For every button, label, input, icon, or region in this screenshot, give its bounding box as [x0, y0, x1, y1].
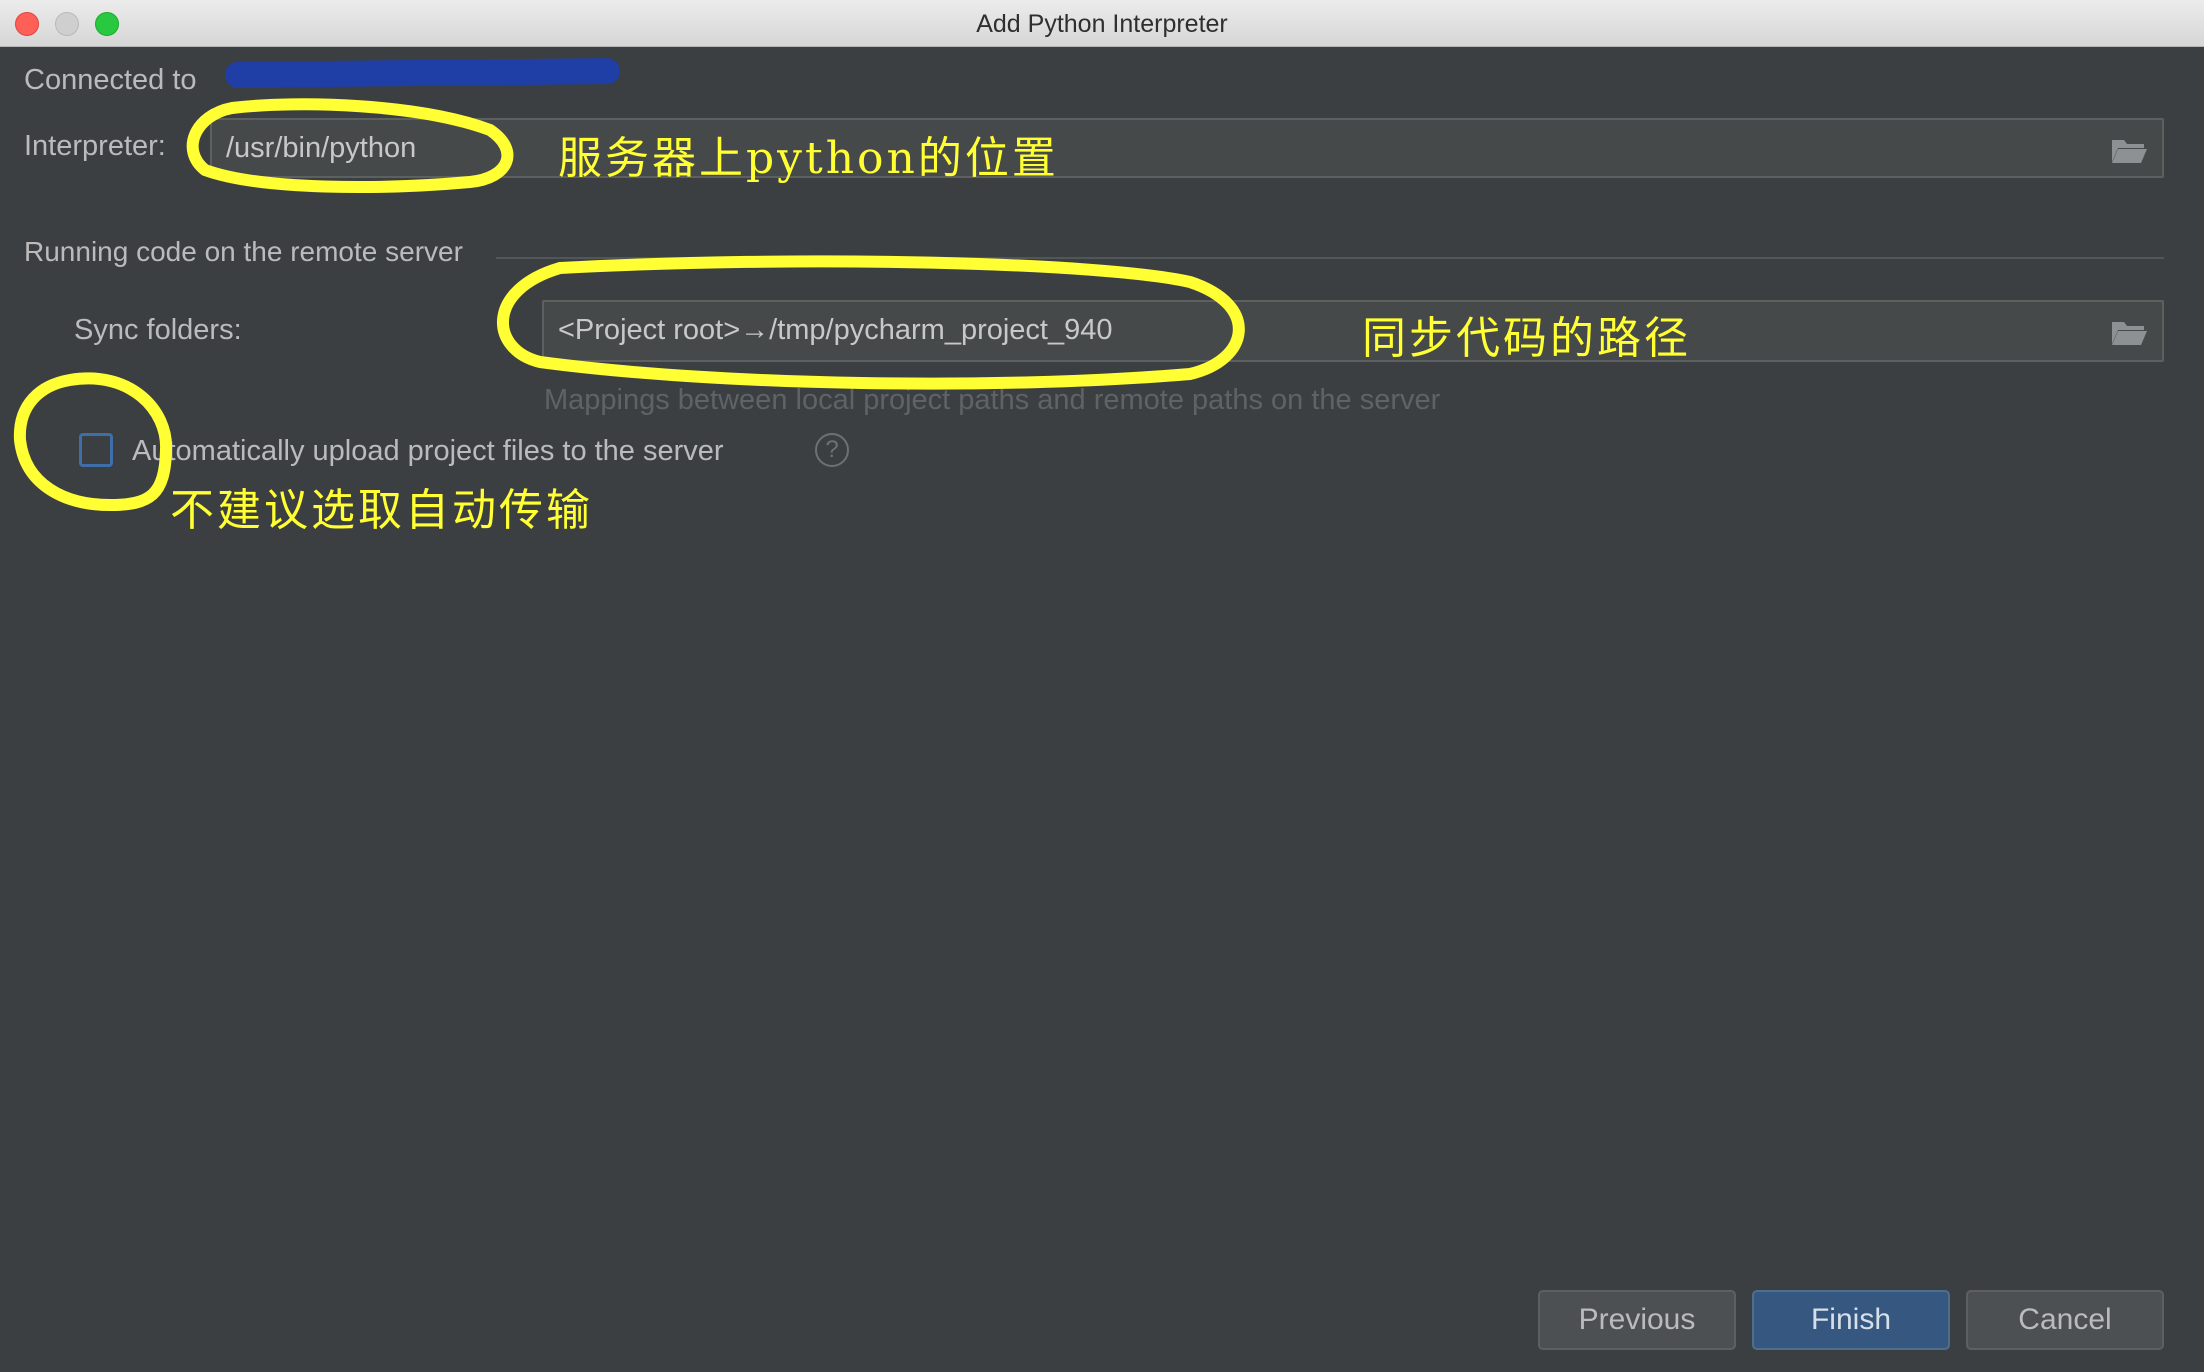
finish-button[interactable]: Finish	[1752, 1290, 1950, 1350]
interpreter-path-value[interactable]: /usr/bin/python	[226, 132, 416, 165]
window-title: Add Python Interpreter	[976, 10, 1228, 38]
section-divider	[496, 257, 2164, 259]
interpreter-label: Interpreter:	[24, 130, 166, 162]
cancel-button[interactable]: Cancel	[1966, 1290, 2164, 1350]
annotation-overlay	[13, 98, 1245, 512]
sync-folders-label: Sync folders:	[74, 314, 242, 346]
auto-upload-annotation-note: 不建议选取自动传输	[170, 485, 593, 536]
redacted-host-scribble	[224, 57, 621, 89]
sync-folders-value[interactable]: <Project root>→/tmp/pycharm_project_940	[558, 314, 1113, 347]
interpreter-path-field[interactable]: /usr/bin/python	[210, 118, 2164, 178]
previous-button[interactable]: Previous	[1538, 1290, 1736, 1350]
section-title: Running code on the remote server	[24, 236, 463, 267]
add-python-interpreter-dialog: Add Python Interpreter Connected to Inte…	[0, 0, 2204, 1372]
folder-icon[interactable]	[2110, 318, 2148, 346]
auto-upload-checkbox[interactable]	[79, 433, 113, 467]
interpreter-annotation-note: 服务器上python的位置	[558, 133, 1059, 184]
sync-folders-field[interactable]: <Project root>→/tmp/pycharm_project_940	[542, 300, 2164, 362]
folder-icon[interactable]	[2110, 136, 2148, 164]
sync-folders-hint: Mappings between local project paths and…	[544, 384, 1441, 416]
auto-upload-label[interactable]: Automatically upload project files to th…	[132, 435, 724, 468]
connected-to-label: Connected to	[24, 64, 197, 96]
title-bar: Add Python Interpreter	[0, 0, 2204, 47]
sync-folders-annotation-note: 同步代码的路径	[1362, 313, 1691, 364]
question-circle-icon[interactable]: ?	[815, 433, 849, 467]
